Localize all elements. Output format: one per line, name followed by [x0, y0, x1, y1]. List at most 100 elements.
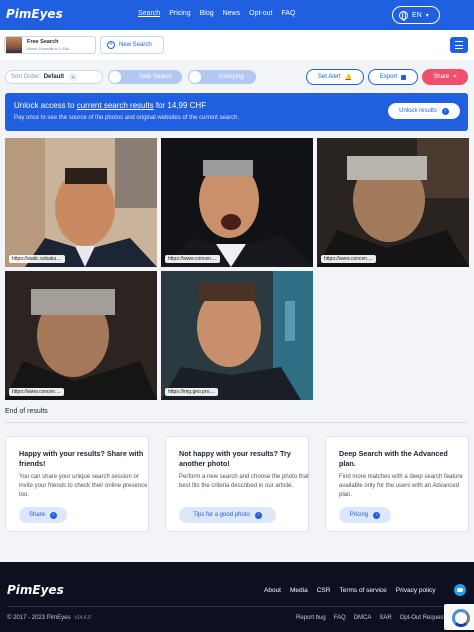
pimeyes-logo[interactable]: PimEyes	[6, 7, 63, 21]
grouping-label: Grouping	[219, 74, 244, 80]
chevron-down-icon: ⌄	[69, 73, 78, 81]
set-alert-button[interactable]: Set Alert 🔔	[306, 69, 364, 85]
export-icon	[401, 74, 407, 80]
banner-title-price: for 14,99 CHF	[153, 101, 207, 110]
footer-divider	[7, 606, 467, 607]
footer-link-faq[interactable]: FAQ	[334, 615, 346, 621]
version-text: v14.6.0	[74, 615, 91, 621]
tips-button-label: Tips for a good photo	[193, 512, 250, 518]
export-button[interactable]: Export	[368, 69, 418, 85]
footer-link-terms[interactable]: Terms of service	[339, 587, 386, 594]
end-of-results-text: End of results	[5, 408, 48, 415]
nav-search[interactable]: Search	[138, 10, 160, 17]
result-tile[interactable]: https://www.concen....	[317, 138, 469, 267]
language-selector[interactable]: EN ▾	[392, 6, 440, 24]
top-navigation-bar: PimEyes Search Pricing Blog News Opt-out…	[0, 0, 474, 30]
grouping-toggle[interactable]: Grouping	[188, 70, 256, 84]
pricing-button[interactable]: Pricing ›	[339, 507, 391, 523]
footer-logo[interactable]: PimEyes	[7, 583, 64, 597]
banner-title-prefix: Unlock access to	[14, 101, 77, 110]
divider	[5, 422, 468, 423]
tips-for-good-photo-button[interactable]: Tips for a good photo ›	[179, 507, 276, 523]
bell-icon: 🔔	[344, 74, 353, 81]
sort-order-select[interactable]: Sort Order: Default ⌄	[5, 70, 103, 84]
banner-title: Unlock access to current search results …	[14, 101, 206, 110]
result-tile[interactable]: https://www.concen....	[161, 138, 313, 267]
result-face-image	[5, 271, 157, 400]
arrow-right-icon: ›	[441, 107, 449, 115]
card-text: You can share your unique search session…	[19, 474, 148, 498]
result-face-image	[5, 138, 157, 267]
current-search-results-link[interactable]: current search results	[77, 101, 154, 110]
card-text: Find more matches with a deep search fea…	[339, 474, 463, 498]
unlock-results-button[interactable]: Unlock results ›	[388, 103, 460, 119]
share-card-button[interactable]: Share ›	[19, 507, 67, 523]
footer-link-opt-out[interactable]: Opt-Out Request	[400, 615, 445, 621]
toggle-knob	[109, 71, 121, 83]
result-tile[interactable]: https://img.geo.pro....	[161, 271, 313, 400]
share-icon: <	[453, 74, 457, 80]
share-card-label: Share	[28, 512, 45, 518]
set-alert-label: Set Alert	[317, 74, 341, 80]
nav-faq[interactable]: FAQ	[281, 10, 295, 17]
card-title: Happy with your results? Share with frie…	[19, 449, 144, 468]
card-title: Deep Search with the Advanced plan.	[339, 449, 448, 468]
sort-order-label: Sort Order:	[11, 74, 41, 80]
language-label: EN	[412, 11, 422, 19]
footer-link-sar[interactable]: SAR	[379, 615, 391, 621]
deep-search-card: Deep Search with the Advanced plan. Find…	[325, 436, 469, 532]
recaptcha-badge-icon[interactable]	[444, 604, 474, 630]
free-search-card[interactable]: Free Search About 5 results in 1.53s	[4, 36, 96, 54]
share-button[interactable]: Share <	[422, 69, 468, 85]
footer-secondary-links: Report bug FAQ DMCA SAR Opt-Out Request	[296, 615, 445, 621]
unlock-results-banner: Unlock access to current search results …	[5, 93, 468, 131]
safe-search-label: Safe Search	[139, 74, 173, 80]
banner-subtitle: Pay once to see the source of the photos…	[14, 115, 240, 121]
result-source-url: https://img.geo.pro....	[165, 388, 218, 396]
result-source-url: https://www.concen....	[165, 255, 220, 263]
result-tile[interactable]: https://static.sobaka....	[5, 138, 157, 267]
sort-order-value: Default	[43, 74, 65, 80]
footer-link-csr[interactable]: CSR	[317, 587, 331, 594]
free-search-title: Free Search	[27, 39, 59, 45]
query-photo-thumbnail	[6, 37, 22, 53]
share-card: Happy with your results? Share with frie…	[5, 436, 149, 532]
result-face-image	[161, 271, 313, 400]
new-search-button[interactable]: + New Search	[100, 36, 164, 54]
footer: PimEyes About Media CSR Terms of service…	[0, 562, 474, 632]
globe-icon	[399, 10, 408, 21]
footer-link-about[interactable]: About	[264, 587, 281, 594]
new-search-label: New Search	[119, 42, 152, 48]
main-nav: Search Pricing Blog News Opt-out FAQ	[138, 10, 296, 17]
free-search-stats: About 5 results in 1.53s	[27, 46, 69, 51]
unlock-results-label: Unlock results	[399, 108, 437, 114]
footer-link-dmca[interactable]: DMCA	[354, 615, 372, 621]
arrow-right-icon: ›	[373, 511, 381, 519]
footer-copyright: © 2017 - 2023 PimEyes v14.6.0	[7, 615, 91, 621]
footer-link-privacy[interactable]: Privacy policy	[396, 587, 436, 594]
toggle-knob	[189, 71, 201, 83]
result-face-image	[317, 138, 469, 267]
safe-search-toggle[interactable]: Safe Search	[108, 70, 182, 84]
result-source-url: https://www.concen....	[9, 388, 64, 396]
export-label: Export	[379, 74, 398, 80]
arrow-right-icon: ›	[254, 511, 262, 519]
nav-news[interactable]: News	[223, 10, 241, 17]
card-title: Not happy with your results? Try another…	[179, 449, 291, 468]
result-source-url: https://www.concen....	[321, 255, 376, 263]
twitter-icon[interactable]	[454, 584, 466, 596]
nav-opt-out[interactable]: Opt-out	[249, 10, 272, 17]
nav-blog[interactable]: Blog	[200, 10, 214, 17]
copyright-text: © 2017 - 2023 PimEyes	[7, 615, 71, 621]
result-source-url: https://static.sobaka....	[9, 255, 65, 263]
chevron-down-icon: ▾	[425, 12, 429, 19]
footer-link-report-bug[interactable]: Report bug	[296, 615, 326, 621]
result-face-image	[161, 138, 313, 267]
hamburger-menu-button[interactable]	[450, 37, 468, 53]
nav-pricing[interactable]: Pricing	[169, 10, 190, 17]
result-tile[interactable]: https://www.concen....	[5, 271, 157, 400]
arrow-right-icon: ›	[50, 511, 57, 519]
footer-link-media[interactable]: Media	[290, 587, 308, 594]
card-text: Perform a new search and choose the phot…	[179, 474, 309, 489]
share-label: Share	[433, 74, 450, 80]
